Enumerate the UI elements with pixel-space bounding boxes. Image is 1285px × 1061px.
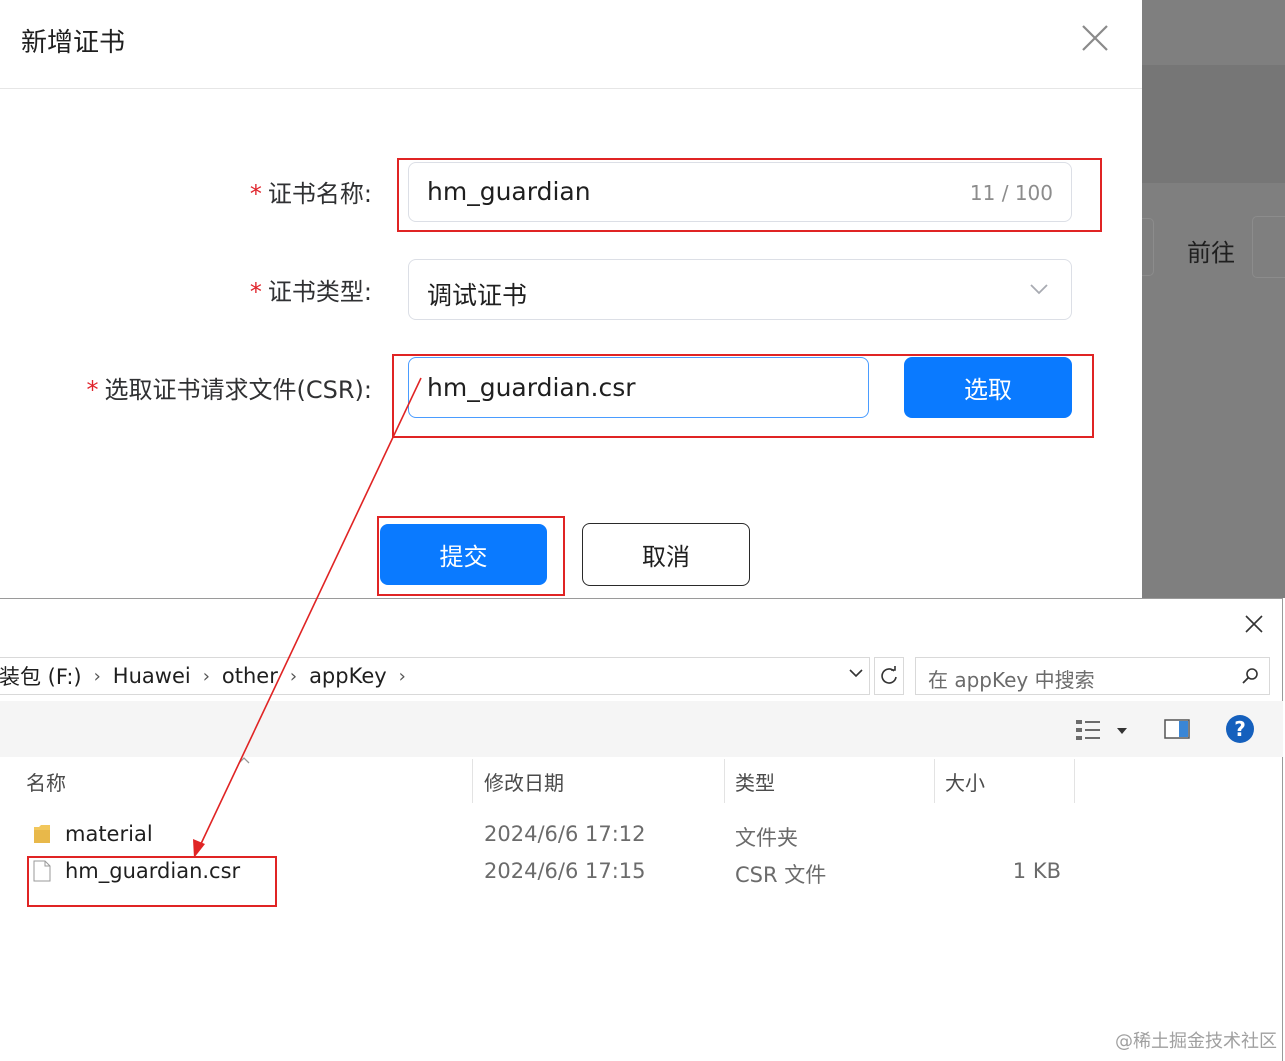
list-item[interactable]: material 2024/6/6 17:12 文件夹 [0,817,1283,853]
chevron-right-icon: › [202,665,210,687]
close-icon[interactable] [1077,20,1113,56]
chevron-right-icon: › [398,665,406,687]
chevron-down-icon[interactable] [849,668,863,678]
file-modified: 2024/6/6 17:15 [484,859,646,883]
file-name: hm_guardian.csr [65,859,241,883]
preview-pane-icon[interactable] [1164,719,1190,739]
chevron-down-icon [1030,284,1048,295]
column-divider[interactable] [1074,759,1075,803]
help-glyph: ? [1234,717,1246,741]
char-counter: 11 / 100 [969,181,1053,205]
required-mark: * [86,376,99,404]
csr-file-value: hm_guardian.csr [427,373,636,402]
watermark: @稀土掘金技术社区 [1115,1031,1277,1052]
add-certificate-dialog: 新增证书 * 证书名称: hm_guardian 11 / 100 * 证书类型: … [0,0,1142,598]
cert-name-value: hm_guardian [427,177,591,206]
select-file-button[interactable]: 选取 [904,357,1072,418]
file-name: material [65,822,153,846]
column-divider[interactable] [724,759,725,803]
file-size: 1 KB [1012,859,1061,883]
column-header-name[interactable]: 名称 [26,759,466,803]
refresh-button[interactable] [874,657,904,695]
required-mark: * [249,278,262,306]
cert-type-label-text: 证书类型: [267,278,372,306]
file-modified: 2024/6/6 17:12 [484,822,646,846]
required-mark: * [249,180,262,208]
csr-file-input[interactable]: hm_guardian.csr [408,357,869,418]
cert-type-value: 调试证书 [427,281,528,310]
column-divider[interactable] [472,759,473,803]
submit-button[interactable]: 提交 [380,524,547,585]
file-explorer-window: 装包 (F:) › Huawei › other › appKey › 在 ap… [0,598,1283,1061]
column-header-modified[interactable]: 修改日期 [484,759,714,803]
list-item[interactable]: hm_guardian.csr 2024/6/6 17:15 CSR 文件 1 … [0,854,1283,890]
csr-file-label-text: 选取证书请求文件(CSR): [104,376,372,404]
chevron-right-icon: › [93,665,101,687]
close-icon[interactable] [1243,613,1265,635]
background-page: 前往 [1142,0,1285,598]
refresh-icon [881,666,897,684]
file-type: 文件夹 [735,826,798,850]
breadcrumb-appkey[interactable]: appKey [309,664,387,688]
cert-type-select[interactable]: 调试证书 [408,259,1072,320]
breadcrumb-drive[interactable]: 装包 (F:) [0,661,82,691]
dialog-title: 新增证书 [21,28,126,58]
column-header-type[interactable]: 类型 [735,759,925,803]
background-input [1142,218,1154,276]
view-dropdown-icon[interactable] [1117,728,1127,734]
file-type: CSR 文件 [735,863,827,887]
breadcrumb-other[interactable]: other [222,664,278,688]
folder-icon [34,825,50,843]
cert-type-label: * 证书类型: [250,272,372,307]
search-input[interactable]: 在 appKey 中搜索 [915,657,1270,695]
explorer-toolbar: ? [0,701,1283,757]
search-placeholder: 在 appKey 中搜索 [928,668,1095,692]
details-view-icon[interactable] [1075,719,1101,741]
cancel-button[interactable]: 取消 [582,523,750,586]
background-band [1142,65,1285,183]
csr-file-label: * 选取证书请求文件(CSR): [87,370,372,405]
column-header-size[interactable]: 大小 [945,759,1065,803]
dialog-divider [0,88,1142,89]
chevron-right-icon: › [289,665,298,687]
cert-name-label-text: 证书名称: [267,180,372,208]
address-bar[interactable]: 装包 (F:) › Huawei › other › appKey › [0,657,870,695]
goto-label: 前往 [1187,239,1235,267]
background-page-input [1252,216,1285,278]
cert-name-input[interactable]: hm_guardian 11 / 100 [408,162,1072,222]
file-icon [33,860,51,882]
breadcrumb-huawei[interactable]: Huawei [113,664,191,688]
search-icon [1242,668,1258,684]
column-divider[interactable] [934,759,935,803]
cert-name-label: * 证书名称: [250,174,372,209]
help-icon[interactable]: ? [1226,715,1254,743]
